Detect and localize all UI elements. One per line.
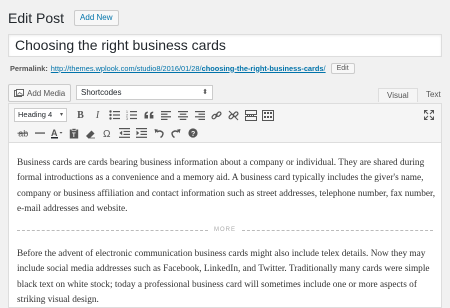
add-media-button[interactable]: Add Media [8, 84, 72, 102]
content-paragraph-1: Business cards are cards bearing busines… [17, 158, 436, 215]
horizontal-line-icon[interactable] [31, 125, 48, 141]
align-right-icon[interactable] [191, 107, 208, 123]
toolbar-row-1: Heading 4 ▾ B I 123 [14, 107, 276, 123]
add-media-label: Add Media [27, 88, 66, 98]
format-select-value: Heading 4 [18, 110, 53, 119]
bullet-list-icon[interactable] [106, 107, 123, 123]
add-media-icon [14, 88, 24, 97]
tab-text[interactable]: Text [418, 88, 449, 102]
editor-content[interactable]: Business cards are cards bearing busines… [8, 143, 442, 308]
fullscreen-icon[interactable] [421, 107, 437, 123]
redo-icon[interactable] [167, 125, 184, 141]
permalink-base: http://themes.wplook.com/studio8/2016/01… [50, 63, 202, 73]
permalink-edit-button[interactable]: Edit [330, 62, 355, 74]
numbered-list-icon[interactable]: 123 [123, 107, 140, 123]
toolbar-row-2: abc A T Ω ? [14, 125, 201, 141]
format-select[interactable]: Heading 4 ▾ [14, 108, 67, 122]
blockquote-icon[interactable] [140, 107, 157, 123]
permalink-label: Permalink: [10, 63, 48, 73]
more-label: MORE [214, 227, 236, 233]
more-dash-right [242, 229, 433, 231]
undo-icon[interactable] [150, 125, 167, 141]
content-paragraph-2: Before the advent of electronic communic… [17, 249, 430, 306]
align-center-icon[interactable] [174, 107, 191, 123]
italic-button[interactable]: I [89, 107, 106, 123]
text-color-icon[interactable]: A [48, 125, 65, 141]
editor-toolbar: Heading 4 ▾ B I 123 ab A T Ω ? [8, 103, 442, 143]
shortcodes-select[interactable]: Shortcodes ⬍ [76, 85, 213, 100]
permalink-link[interactable]: http://themes.wplook.com/studio8/2016/01… [51, 64, 326, 73]
bold-button[interactable]: B [72, 107, 89, 123]
page-header: Edit Post Add New [8, 6, 119, 30]
special-character-icon[interactable]: Ω [99, 125, 116, 141]
more-separator: MORE [17, 225, 433, 235]
help-icon[interactable]: ? [184, 125, 201, 141]
svg-text:T: T [72, 133, 76, 139]
outdent-icon[interactable] [116, 125, 133, 141]
shortcodes-value: Shortcodes [81, 88, 122, 97]
insert-link-icon[interactable] [208, 107, 225, 123]
svg-text:3: 3 [126, 117, 128, 120]
remove-link-icon[interactable] [225, 107, 242, 123]
add-new-button[interactable]: Add New [74, 10, 119, 26]
chevron-down-icon: ▾ [59, 112, 63, 118]
media-row: Add Media Shortcodes ⬍ Visual Text [8, 84, 442, 102]
tab-visual[interactable]: Visual [378, 88, 418, 102]
permalink-bar: Permalink: http://themes.wplook.com/stud… [10, 61, 355, 75]
read-more-icon[interactable] [242, 107, 259, 123]
permalink-slug: choosing-the-right-business-cards [201, 63, 324, 73]
align-left-icon[interactable] [157, 107, 174, 123]
clear-formatting-icon[interactable] [82, 125, 99, 141]
strikethrough-icon[interactable]: abc [14, 125, 31, 141]
paste-text-icon[interactable]: T [65, 125, 82, 141]
post-title-input[interactable]: Choosing the right business cards [8, 34, 442, 57]
more-dash-left [17, 229, 208, 231]
page-title: Edit Post [8, 10, 65, 26]
toolbar-toggle-icon[interactable] [259, 107, 276, 123]
indent-icon[interactable] [133, 125, 150, 141]
svg-text:?: ? [191, 131, 195, 138]
svg-text:Ω: Ω [103, 129, 111, 138]
select-arrows-icon: ⬍ [202, 89, 208, 96]
permalink-trailing: / [323, 63, 326, 73]
svg-text:A: A [51, 128, 58, 138]
